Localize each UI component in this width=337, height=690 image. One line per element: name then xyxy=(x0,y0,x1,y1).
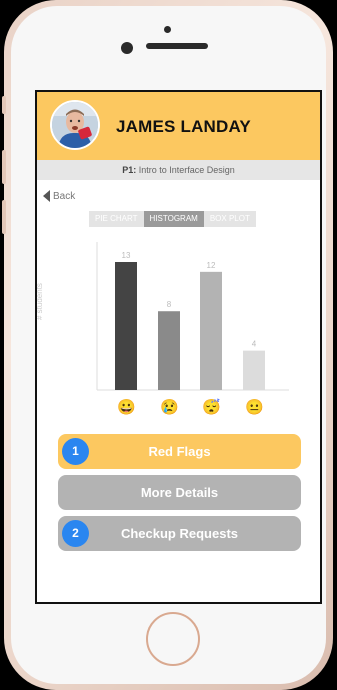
bar-value-label: 8 xyxy=(167,300,172,309)
histogram-chart: 13 8 12 4 xyxy=(96,242,289,391)
histogram-bar xyxy=(243,350,265,390)
course-subtitle: P1: Intro to Interface Design xyxy=(37,160,320,180)
course-code: P1: xyxy=(122,165,137,175)
proximity-sensor xyxy=(164,26,171,33)
front-camera-icon xyxy=(121,42,133,54)
histogram-bar xyxy=(200,271,222,390)
tab-histogram[interactable]: HISTOGRAM xyxy=(143,211,204,227)
avatar-photo-icon xyxy=(52,102,98,148)
avatar xyxy=(50,100,100,150)
checkup-requests-button[interactable]: 2 Checkup Requests xyxy=(58,516,301,551)
category-emoji-label: 😴 xyxy=(202,399,221,416)
bar-value-label: 4 xyxy=(252,340,257,349)
app-screen: JAMES LANDAY P1: Intro to Interface Desi… xyxy=(35,90,322,604)
red-flags-button[interactable]: 1 Red Flags xyxy=(58,434,301,469)
category-emoji-label: 😀 xyxy=(117,399,136,416)
category-emoji-label: 😢 xyxy=(160,399,179,416)
category-emoji-label: 😐 xyxy=(245,399,264,416)
volume-down-button xyxy=(2,200,6,234)
profile-name: JAMES LANDAY xyxy=(116,117,251,136)
back-button[interactable]: Back xyxy=(43,190,75,202)
chevron-left-icon xyxy=(43,190,50,202)
y-axis-label: # students xyxy=(35,283,44,320)
checkup-requests-label: Checkup Requests xyxy=(120,526,239,541)
bar-value-label: 13 xyxy=(122,251,131,260)
volume-up-button xyxy=(2,150,6,184)
tab-box-plot[interactable]: BOX PLOT xyxy=(203,211,256,227)
more-details-button[interactable]: More Details xyxy=(58,475,301,510)
profile-header: JAMES LANDAY xyxy=(37,92,320,160)
red-flags-label: Red Flags xyxy=(148,444,211,459)
chart-type-tabs: PIE CHART HISTOGRAM BOX PLOT xyxy=(89,211,256,227)
histogram-bar xyxy=(158,311,180,390)
earpiece-speaker xyxy=(146,43,208,49)
home-button[interactable] xyxy=(146,612,200,666)
course-title: Intro to Interface Design xyxy=(136,165,235,175)
red-flags-count-badge: 1 xyxy=(62,438,89,465)
checkup-requests-count-badge: 2 xyxy=(62,520,89,547)
back-label: Back xyxy=(53,190,76,202)
histogram-bar xyxy=(115,262,137,390)
mute-switch xyxy=(2,96,6,114)
more-details-label: More Details xyxy=(140,485,219,500)
bar-value-label: 12 xyxy=(207,261,216,270)
tab-pie-chart[interactable]: PIE CHART xyxy=(89,211,144,227)
